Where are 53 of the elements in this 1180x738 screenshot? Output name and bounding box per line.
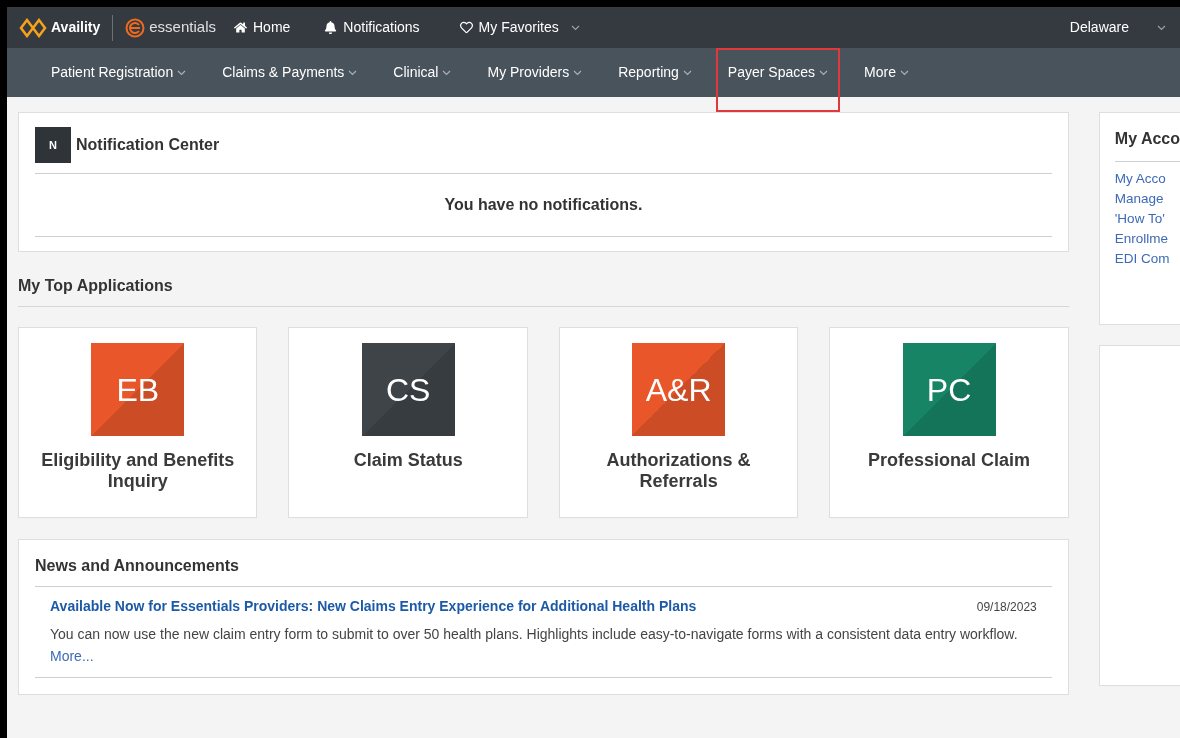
app-icon: PC bbox=[902, 343, 996, 436]
header-link[interactable]: My Favorites bbox=[459, 17, 580, 38]
section-title: My Top Applications bbox=[18, 274, 1069, 307]
account-link[interactable]: EDI Com bbox=[1114, 249, 1170, 269]
chevron-down-icon bbox=[348, 69, 358, 76]
news-date: 09/18/2023 bbox=[976, 599, 1037, 616]
card-title: Notification Center bbox=[76, 135, 220, 155]
more-link[interactable]: More... bbox=[50, 646, 94, 667]
chevron-down-icon bbox=[682, 69, 692, 76]
account-link[interactable]: Manage bbox=[1114, 189, 1164, 209]
product-logo-icon bbox=[125, 17, 146, 38]
brand-name: Availity bbox=[51, 18, 101, 37]
bell-icon bbox=[324, 21, 338, 34]
region-dropdown[interactable]: Delaware bbox=[1069, 17, 1166, 38]
chevron-down-icon bbox=[573, 69, 583, 76]
heart-icon bbox=[459, 21, 473, 34]
application-tile[interactable]: EB Eligibility and Benefits Inquiry bbox=[18, 327, 258, 518]
app-icon: CS bbox=[361, 343, 455, 436]
nav-menu-item[interactable]: Patient Registration bbox=[39, 48, 199, 112]
chevron-down-icon bbox=[899, 69, 909, 76]
header-link[interactable]: Home bbox=[234, 17, 291, 38]
header-link[interactable]: Notifications bbox=[324, 17, 420, 38]
nav-menu-item[interactable]: Payer Spaces bbox=[715, 48, 841, 112]
app-name: Professional Claim bbox=[867, 450, 1032, 471]
nav-menu-item[interactable]: Reporting bbox=[606, 48, 704, 112]
application-tile[interactable]: PC Professional Claim bbox=[829, 327, 1069, 518]
app-icon: A&R bbox=[632, 343, 726, 436]
account-link[interactable]: Enrollme bbox=[1114, 229, 1169, 249]
panel-title: My Acco bbox=[1114, 127, 1180, 162]
notification-badge: N bbox=[35, 127, 71, 163]
nav-menu-item[interactable]: My Providers bbox=[475, 48, 595, 112]
card-title: News and Announcements bbox=[35, 554, 1052, 587]
empty-message: You have no notifications. bbox=[35, 174, 1052, 237]
product-name: essentials bbox=[149, 17, 216, 38]
application-tile[interactable]: A&R Authorizations & Referrals bbox=[558, 327, 799, 518]
nav-menu-item[interactable]: Clinical bbox=[381, 48, 464, 112]
app-icon: EB bbox=[91, 343, 185, 436]
news-headline-link[interactable]: Available Now for Essentials Providers: New Claims Entry Experience for Additional Health Plans bbox=[50, 596, 697, 617]
home-icon bbox=[234, 21, 247, 34]
news-body: You can now use the new claim entry form to submit to over 50 health plans. Highlights include easy-to-navigate forms with a consistent data entry workflow. bbox=[50, 625, 1019, 644]
application-tile[interactable]: CS Claim Status bbox=[288, 327, 528, 518]
account-link[interactable]: 'How To' bbox=[1114, 209, 1165, 229]
chevron-down-icon bbox=[1157, 24, 1166, 31]
chevron-down-icon bbox=[177, 69, 187, 76]
nav-menu-item[interactable]: More bbox=[852, 48, 921, 112]
app-name: Claim Status bbox=[352, 450, 464, 471]
account-link[interactable]: My Acco bbox=[1114, 169, 1166, 189]
nav-menu-item[interactable]: Claims & Payments bbox=[210, 48, 370, 112]
chevron-down-icon bbox=[442, 69, 452, 76]
brand-logo-icon bbox=[19, 17, 47, 38]
app-name: Authorizations & Referrals bbox=[605, 450, 752, 492]
app-name: Eligibility and Benefits Inquiry bbox=[40, 450, 236, 492]
chevron-down-icon bbox=[819, 69, 829, 76]
